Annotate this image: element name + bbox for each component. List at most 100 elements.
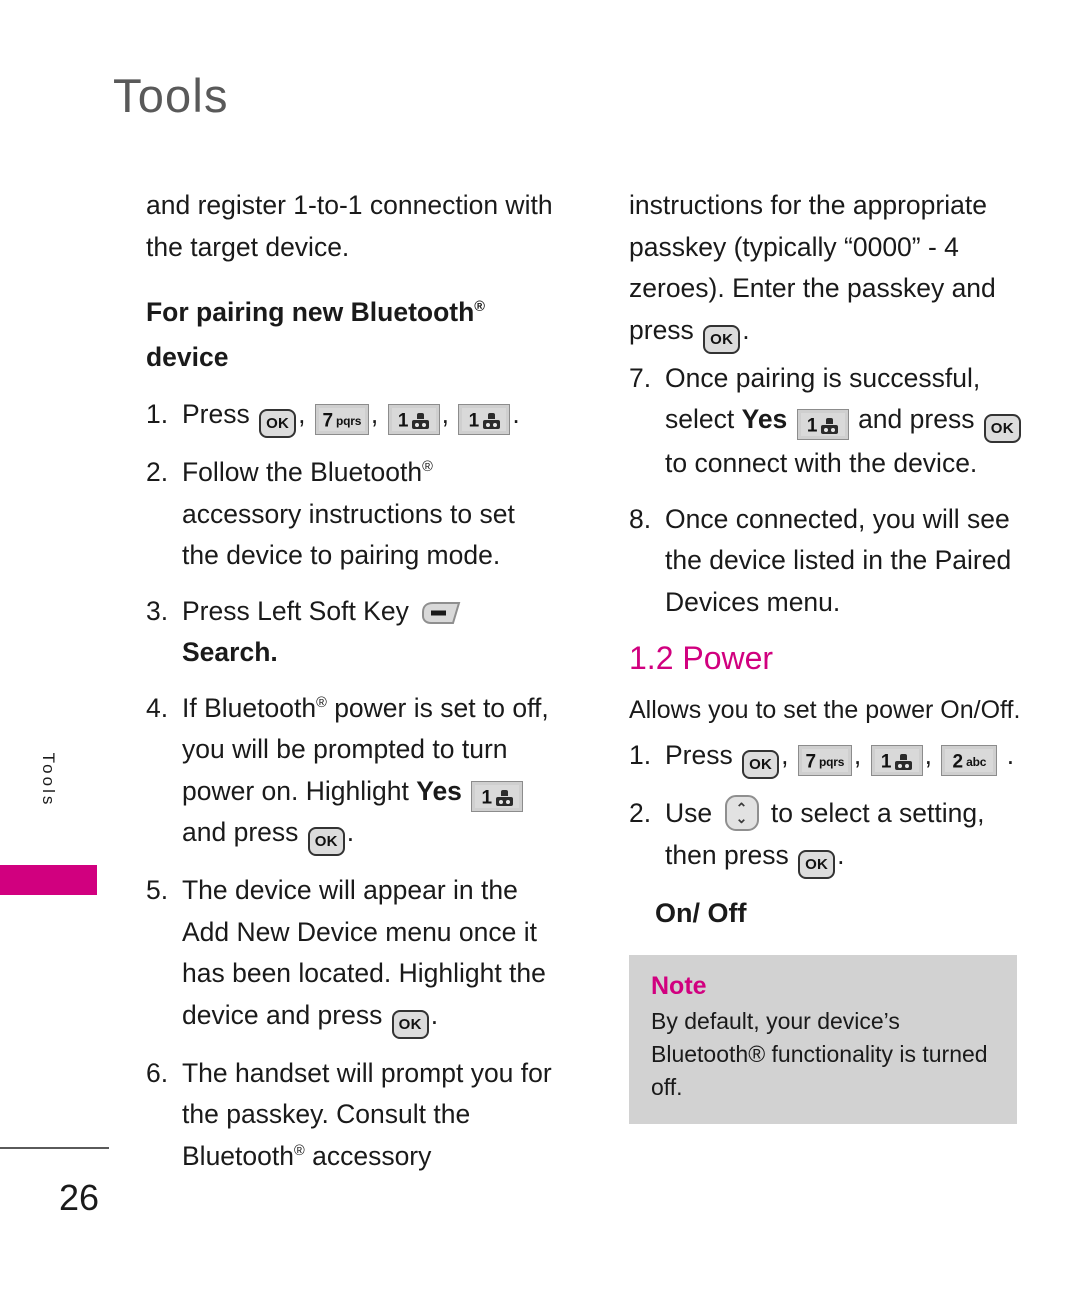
list-item: 8. Once connected, you will see the devi… xyxy=(629,499,1029,624)
step-trailing: . xyxy=(346,817,355,847)
ok-key-icon: OK xyxy=(307,827,345,856)
step-trailing: . xyxy=(837,839,845,870)
list-item: 2. Follow the Bluetooth® accessory instr… xyxy=(146,452,556,577)
pairing-subheading-line2: device xyxy=(146,342,229,372)
list-item: 1. Press OK, 7 pqrs, 1, 2 abc . xyxy=(629,735,1029,779)
continuation-text: instructions for the appropriate passkey… xyxy=(629,190,996,345)
one-key-digit-2: 1 xyxy=(468,410,480,432)
list-item: 7. Once pairing is successful, select Ye… xyxy=(629,358,1029,485)
one-key-digit: 1 xyxy=(806,415,818,437)
note-title: Note xyxy=(651,971,707,1000)
pairing-subheading-text: For pairing new Bluetooth xyxy=(146,297,475,327)
right-column: instructions for the appropriate passkey… xyxy=(629,185,1029,1124)
step-trailing: . xyxy=(1006,740,1015,770)
registered-mark-icon: ® xyxy=(293,1142,305,1159)
one-key-digit: 1 xyxy=(880,751,892,773)
options-heading: On/ Off xyxy=(655,897,747,928)
step-number: 6. xyxy=(146,1057,169,1088)
one-key-icon: 1 xyxy=(387,404,440,435)
step-number: 4. xyxy=(146,692,169,723)
step-number: 2. xyxy=(146,457,169,487)
ok-key-icon: OK xyxy=(391,1009,429,1039)
one-key-icon-2: 1 xyxy=(458,404,511,435)
comma-3: , xyxy=(924,740,932,770)
step-text-tail: to connect with the device. xyxy=(665,448,978,478)
step-text-tail: and press xyxy=(182,817,299,847)
step-number: 8. xyxy=(629,503,652,534)
note-body: By default, your device’s Bluetooth® fun… xyxy=(651,1007,988,1100)
step-text: Use xyxy=(665,798,713,828)
voicemail-icon xyxy=(412,413,430,429)
list-item: 1. Press OK, 7 pqrs, 1, 1. xyxy=(146,394,556,438)
step-trailing: . xyxy=(430,999,439,1030)
voicemail-icon xyxy=(496,789,514,806)
one-key-digit: 1 xyxy=(397,410,409,432)
voicemail-icon-2 xyxy=(483,413,501,429)
step-text: Press xyxy=(665,740,733,770)
step-text: The device will appear in the Add New De… xyxy=(182,875,546,1030)
step-number: 1. xyxy=(629,740,652,770)
step-text-mid: and press xyxy=(858,404,975,434)
section-description: Allows you to set the power On/Off. xyxy=(629,696,1021,724)
side-tab-label: Tools xyxy=(39,752,58,808)
continuation-trailing: . xyxy=(742,314,750,345)
step-text: Press xyxy=(182,399,250,429)
step-trailing: . xyxy=(512,399,520,429)
list-item: 6. The handset will prompt you for the p… xyxy=(146,1053,556,1178)
two-key-digit: 2 xyxy=(952,751,964,773)
footer-divider xyxy=(0,1147,109,1149)
step-text-continued: accessory xyxy=(312,1140,432,1171)
seven-key-letters: pqrs xyxy=(819,754,845,769)
registered-mark-icon: ® xyxy=(422,459,433,476)
yes-label: Yes xyxy=(741,404,788,434)
page-title: Tools xyxy=(113,69,229,122)
power-steps-list: 1. Press OK, 7 pqrs, 1, 2 abc . 2. Use ⌃ ⌄ … xyxy=(629,735,1029,879)
voicemail-icon xyxy=(821,418,839,434)
left-soft-key-icon xyxy=(420,601,462,626)
yes-label: Yes xyxy=(416,775,462,806)
section-heading-power: 1.2 Power xyxy=(629,640,774,676)
ok-key-icon: OK xyxy=(703,324,741,354)
ok-key-icon: OK xyxy=(742,750,780,779)
seven-key-digit: 7 xyxy=(322,410,334,432)
step-text: If Bluetooth xyxy=(182,692,317,723)
ok-key-icon: OK xyxy=(983,414,1021,443)
one-key-icon: 1 xyxy=(796,409,849,440)
page-number: 26 xyxy=(59,1177,100,1218)
list-item: 5. The device will appear in the Add New… xyxy=(146,870,556,1039)
seven-key-letters: pqrs xyxy=(336,413,362,428)
two-key-icon: 2 abc xyxy=(941,745,998,776)
pairing-subheading: For pairing new Bluetooth® device xyxy=(146,290,556,380)
list-item: 4. If Bluetooth® power is set to off, yo… xyxy=(146,688,556,856)
comma-1: , xyxy=(298,399,306,429)
two-key-letters: abc xyxy=(966,754,987,769)
comma-2: , xyxy=(853,740,862,770)
side-tab-accent-block xyxy=(0,865,97,895)
step-text: Press Left Soft Key xyxy=(182,595,409,626)
one-key-icon: 1 xyxy=(471,780,524,812)
ok-key-icon: OK xyxy=(259,409,297,438)
pairing-steps-list: 1. Press OK, 7 pqrs, 1, 1. 2. Follow the … xyxy=(146,394,556,1177)
continuation-paragraph: instructions for the appropriate passkey… xyxy=(629,185,1029,354)
seven-key-icon: 7 pqrs xyxy=(314,404,369,435)
one-key-icon: 1 xyxy=(870,745,923,776)
list-item: 3. Press Left Soft Key Search. xyxy=(146,591,556,674)
list-item: 2. Use ⌃ ⌄ to select a setting, then pres… xyxy=(629,793,1029,879)
registered-mark-icon: ® xyxy=(474,299,486,316)
step-text: Follow the Bluetooth xyxy=(182,457,423,487)
search-label: Search. xyxy=(182,637,278,667)
ok-key-icon: OK xyxy=(798,849,836,879)
comma-2: , xyxy=(370,399,379,429)
chevron-down-icon: ⌄ xyxy=(735,810,748,826)
step-number: 1. xyxy=(146,399,169,429)
pairing-steps-list-continued: 7. Once pairing is successful, select Ye… xyxy=(629,358,1029,624)
seven-key-icon: 7 pqrs xyxy=(797,745,852,776)
left-column: and register 1-to-1 connection with the … xyxy=(146,185,556,1191)
step-number: 3. xyxy=(146,595,169,626)
step-text: Once connected, you will see the device … xyxy=(665,503,1012,617)
nav-up-down-key-icon: ⌃ ⌄ xyxy=(724,795,759,831)
seven-key-digit: 7 xyxy=(805,751,817,773)
comma-1: , xyxy=(781,740,789,770)
comma-3: , xyxy=(441,399,449,429)
step-number: 7. xyxy=(629,362,652,393)
